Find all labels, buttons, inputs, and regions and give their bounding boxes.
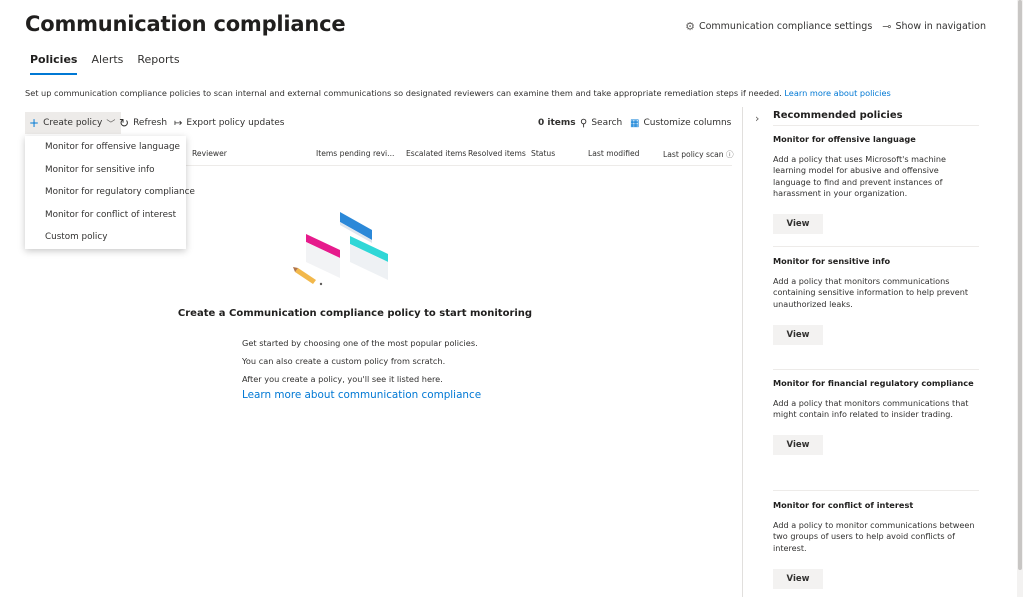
view-offensive-language-button[interactable]: View xyxy=(773,214,823,234)
column-header-reviewer[interactable]: Reviewer xyxy=(192,149,227,158)
search-button[interactable]: ⚲ Search xyxy=(580,112,622,134)
column-header-items-pending[interactable]: Items pending revi... xyxy=(316,149,394,158)
document-teal xyxy=(350,236,388,280)
gear-icon: ⚙ xyxy=(685,20,695,33)
menu-item-regulatory-compliance[interactable]: Monitor for regulatory compliance xyxy=(45,187,195,197)
menu-item-offensive-language[interactable]: Monitor for offensive language xyxy=(45,142,180,152)
learn-more-policies-link[interactable]: Learn more about policies xyxy=(784,88,890,98)
pencil-icon xyxy=(293,267,323,286)
document-blue xyxy=(340,212,372,243)
card-desc-sensitive-info: Add a policy that monitors communication… xyxy=(773,276,969,309)
learn-more-compliance-link[interactable]: Learn more about communication complianc… xyxy=(242,389,481,401)
tab-alerts[interactable]: Alerts xyxy=(91,53,123,75)
command-bar: + Create policy ﹀ ↻ Refresh ↦ Export pol… xyxy=(25,112,733,134)
empty-state-line-1: Get started by choosing one of the most … xyxy=(242,338,478,348)
card-desc-financial-regulatory: Add a policy that monitors communication… xyxy=(773,398,969,420)
refresh-label: Refresh xyxy=(133,118,168,128)
recommended-policies-title: Recommended policies xyxy=(773,110,903,121)
search-label: Search xyxy=(591,118,623,128)
create-policy-label: Create policy xyxy=(43,118,103,128)
empty-state-line-3: After you create a policy, you'll see it… xyxy=(242,374,443,384)
settings-link[interactable]: ⚙ Communication compliance settings xyxy=(685,20,872,33)
description-text: Set up communication compliance policies… xyxy=(25,88,782,98)
refresh-button[interactable]: ↻ Refresh xyxy=(119,112,167,134)
items-count: 0 items xyxy=(538,118,576,128)
column-header-resolved[interactable]: Resolved items xyxy=(468,149,526,158)
card-title-financial-regulatory: Monitor for financial regulatory complia… xyxy=(773,378,974,388)
export-label: Export policy updates xyxy=(186,118,285,128)
panel-title-divider xyxy=(773,125,979,126)
card-divider xyxy=(773,369,979,370)
create-policy-button[interactable]: + Create policy ﹀ xyxy=(25,112,121,134)
show-nav-label: Show in navigation xyxy=(895,21,987,32)
customize-columns-button[interactable]: ▦ Customize columns xyxy=(630,112,731,134)
card-title-conflict-of-interest: Monitor for conflict of interest xyxy=(773,500,914,510)
info-icon: ⓘ xyxy=(726,150,734,159)
chevron-right-icon[interactable]: › xyxy=(755,112,759,125)
empty-state-title: Create a Communication compliance policy… xyxy=(177,308,533,319)
view-conflict-of-interest-button[interactable]: View xyxy=(773,569,823,589)
scrollbar-thumb[interactable] xyxy=(1018,0,1022,570)
panel-divider xyxy=(742,107,743,597)
card-title-sensitive-info: Monitor for sensitive info xyxy=(773,256,891,266)
tab-bar: Policies Alerts Reports xyxy=(30,53,194,75)
header-actions: ⚙ Communication compliance settings ⊸ Sh… xyxy=(675,20,986,33)
refresh-icon: ↻ xyxy=(119,116,130,130)
export-arrow-icon: ↦ xyxy=(174,117,183,129)
column-header-escalated[interactable]: Escalated items xyxy=(406,149,466,158)
tab-policies[interactable]: Policies xyxy=(30,53,78,75)
chevron-down-icon: ﹀ xyxy=(106,119,116,130)
header-divider xyxy=(186,165,732,166)
settings-label: Communication compliance settings xyxy=(698,21,873,32)
empty-state-line-2: You can also create a custom policy from… xyxy=(242,356,446,366)
customize-columns-icon: ▦ xyxy=(630,117,640,129)
search-icon: ⚲ xyxy=(580,117,588,129)
empty-state-illustration xyxy=(293,212,388,286)
menu-item-custom-policy[interactable]: Custom policy xyxy=(45,232,107,242)
menu-item-conflict-of-interest[interactable]: Monitor for conflict of interest xyxy=(45,210,176,220)
create-policy-menu: Monitor for offensive language Monitor f… xyxy=(25,136,195,249)
tab-reports[interactable]: Reports xyxy=(137,53,179,75)
export-policy-updates-button[interactable]: ↦ Export policy updates xyxy=(174,112,284,134)
customize-label: Customize columns xyxy=(643,118,732,128)
column-header-last-scan[interactable]: Last policy scan ⓘ xyxy=(663,149,734,160)
card-desc-offensive-language: Add a policy that uses Microsoft's machi… xyxy=(773,154,946,199)
column-header-last-modified[interactable]: Last modified xyxy=(588,149,639,158)
column-header-status[interactable]: Status xyxy=(531,149,555,158)
add-icon: + xyxy=(29,116,40,130)
page-title: Communication compliance xyxy=(25,12,346,36)
card-divider xyxy=(773,490,979,491)
view-sensitive-info-button[interactable]: View xyxy=(773,325,823,345)
document-pink xyxy=(306,234,340,278)
card-desc-conflict-of-interest: Add a policy to monitor communications b… xyxy=(773,520,975,553)
show-in-navigation-link[interactable]: ⊸ Show in navigation xyxy=(882,20,986,33)
pin-icon: ⊸ xyxy=(882,20,892,33)
card-divider xyxy=(773,246,979,247)
card-title-offensive-language: Monitor for offensive language xyxy=(773,134,916,144)
menu-item-sensitive-info[interactable]: Monitor for sensitive info xyxy=(45,165,155,175)
view-financial-regulatory-button[interactable]: View xyxy=(773,435,823,455)
last-scan-label: Last policy scan xyxy=(663,150,724,159)
page-description: Set up communication compliance policies… xyxy=(25,88,891,98)
